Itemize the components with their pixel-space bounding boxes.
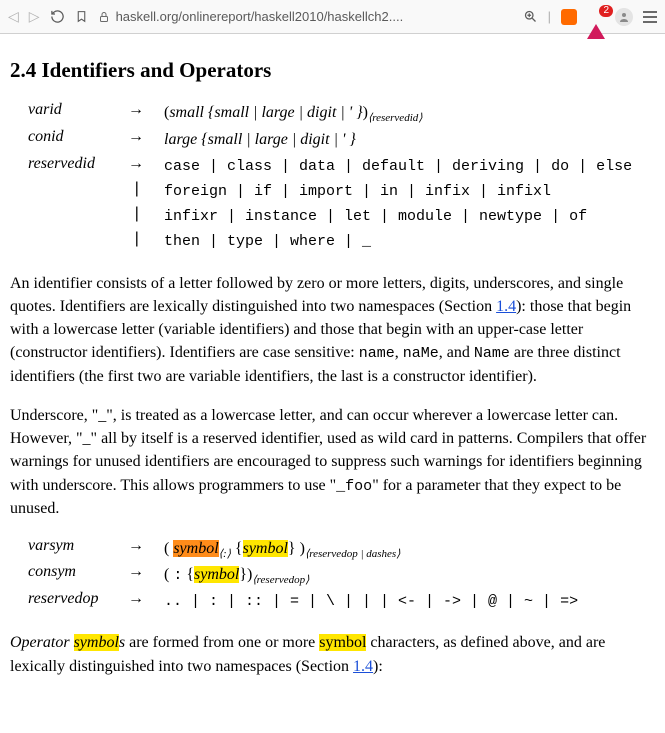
section-heading: 2.4 Identifiers and Operators [10, 58, 655, 83]
forward-icon[interactable]: ▷ [29, 8, 40, 25]
section-link-1-4[interactable]: 1.4 [353, 658, 373, 675]
page-content: 2.4 Identifiers and Operators varid → (s… [0, 34, 665, 714]
notification-badge: 2 [599, 5, 613, 17]
grammar-block-2: varsym → ( symbol⟨:⟩ {symbol} )⟨reserved… [28, 537, 655, 614]
highlight-symbol: symbol [173, 540, 218, 557]
menu-icon[interactable] [643, 11, 657, 23]
grammar-cont: | then | type | where | _ [28, 230, 655, 253]
zoom-icon[interactable] [523, 9, 538, 24]
grammar-row-consym: consym → ( : {symbol})⟨reservedop⟩ [28, 563, 655, 588]
lock-icon [98, 10, 110, 24]
highlight-symbol: symbol [74, 634, 119, 651]
highlight-symbol: symbol [319, 634, 366, 651]
url-text: haskell.org/onlinereport/haskell2010/has… [116, 9, 404, 24]
grammar-row-reservedid: reservedid → case | class | data | defau… [28, 155, 655, 178]
shield-icon[interactable] [561, 9, 577, 25]
grammar-cont: | infixr | instance | let | module | new… [28, 205, 655, 228]
paragraph-1: An identifier consists of a letter follo… [10, 272, 655, 389]
separator: | [548, 9, 551, 24]
paragraph-3: Operator symbols are formed from one or … [10, 631, 655, 677]
highlight-symbol: symbol [194, 566, 239, 583]
back-icon[interactable]: ◁ [8, 8, 19, 25]
grammar-cont: | foreign | if | import | in | infix | i… [28, 180, 655, 203]
grammar-row-varsym: varsym → ( symbol⟨:⟩ {symbol} )⟨reserved… [28, 537, 655, 562]
grammar-block-1: varid → (small {small | large | digit | … [28, 101, 655, 254]
section-link-1-4[interactable]: 1.4 [496, 298, 516, 315]
grammar-row-conid: conid → large {small | large | digit | '… [28, 128, 655, 153]
grammar-row-varid: varid → (small {small | large | digit | … [28, 101, 655, 126]
address-bar[interactable]: haskell.org/onlinereport/haskell2010/has… [98, 9, 513, 24]
paragraph-2: Underscore, "_", is treated as a lowerca… [10, 404, 655, 521]
profile-icon[interactable] [615, 8, 633, 26]
bookmark-icon[interactable] [75, 9, 88, 24]
reload-icon[interactable] [50, 9, 65, 24]
browser-toolbar: ◁ ▷ haskell.org/onlinereport/haskell2010… [0, 0, 665, 34]
brave-icon[interactable]: 2 [587, 9, 605, 24]
highlight-symbol: symbol [243, 540, 288, 557]
grammar-row-reservedop: reservedop → .. | : | :: | = | \ | | | <… [28, 590, 655, 613]
